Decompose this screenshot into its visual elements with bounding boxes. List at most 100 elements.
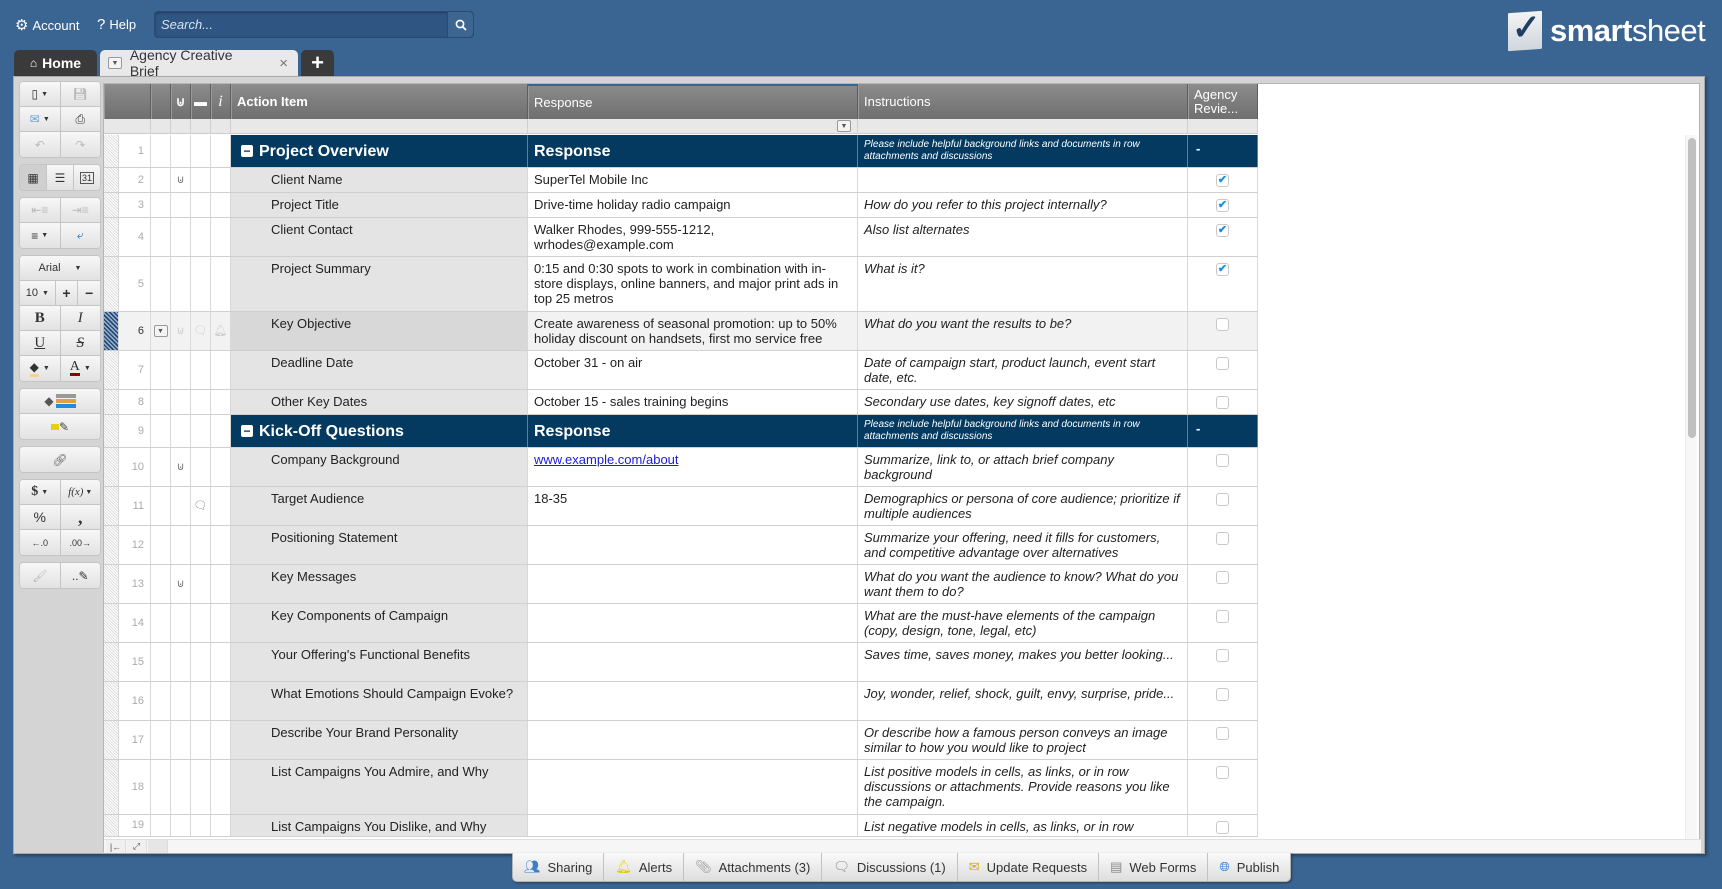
agency-review-cell[interactable]: ✔ [1188, 218, 1258, 256]
row-attachment-cell[interactable]: ⊍ [171, 168, 191, 192]
collapse-section-icon[interactable]: − [241, 425, 253, 437]
instructions-cell[interactable]: Also list alternates [858, 218, 1188, 256]
action-item-cell[interactable]: − Kick-Off Questions [231, 415, 528, 447]
table-row[interactable]: 17 Describe Your Brand Personality Or desc… [104, 721, 1258, 760]
percent-button[interactable]: % [20, 505, 61, 529]
row-info-cell[interactable] [211, 643, 231, 681]
email-button[interactable]: ✉ ▼ [20, 107, 61, 131]
table-row[interactable]: 5 Project Summary 0:15 and 0:30 spots to w… [104, 257, 1258, 312]
decrease-font-button[interactable]: − [78, 281, 100, 305]
row-discussion-cell[interactable] [191, 193, 211, 217]
close-tab-icon[interactable]: × [279, 55, 288, 72]
checkbox-unchecked[interactable] [1216, 357, 1229, 370]
table-row[interactable]: 14 Key Components of Campaign What are the… [104, 604, 1258, 643]
row-drag-handle[interactable] [104, 168, 119, 192]
table-row[interactable]: 3 Project Title Drive-time holiday radio c… [104, 193, 1258, 218]
row-actions-cell[interactable] [151, 565, 171, 603]
paperclip-icon[interactable]: ⊍ [176, 324, 184, 339]
table-row[interactable]: 15 Your Offering's Functional Benefits Sav… [104, 643, 1258, 682]
wrap-text-button[interactable]: ⤶ [60, 223, 100, 248]
new-sheet-button[interactable]: ▯ ▼ [20, 82, 61, 106]
row-number[interactable]: 16 [119, 682, 151, 720]
row-attachment-cell[interactable] [171, 643, 191, 681]
action-item-cell[interactable]: Key Objective [231, 312, 528, 350]
response-link[interactable]: www.example.com/about [534, 452, 679, 467]
action-item-cell[interactable]: Your Offering's Functional Benefits [231, 643, 528, 681]
instructions-cell[interactable]: Secondary use dates, key signoff dates, … [858, 390, 1188, 414]
comment-icon[interactable]: 🗨︎ [194, 324, 208, 339]
underline-button[interactable]: U [20, 331, 61, 355]
action-item-cell[interactable]: Target Audience [231, 487, 528, 525]
row-number[interactable]: 12 [119, 526, 151, 564]
row-actions-cell[interactable] [151, 760, 171, 814]
publish-button[interactable]: 🌐︎ Publish [1208, 853, 1290, 881]
row-info-cell[interactable] [211, 448, 231, 486]
row-info-cell[interactable] [211, 760, 231, 814]
header-response[interactable]: Response [528, 84, 858, 119]
action-item-cell[interactable]: Key Messages [231, 565, 528, 603]
row-number[interactable]: 1 [119, 135, 151, 167]
thousands-separator-button[interactable]: , [60, 505, 100, 529]
hyperlink-button[interactable]: 🔗︎ [20, 447, 100, 472]
response-cell[interactable]: Create awareness of seasonal promotion: … [528, 312, 858, 350]
instructions-cell[interactable]: What are the must-have elements of the c… [858, 604, 1188, 642]
row-attachment-cell[interactable] [171, 415, 191, 447]
bold-button[interactable]: B [20, 306, 61, 330]
row-menu-dropdown-icon[interactable]: ▼ [153, 325, 168, 337]
align-button[interactable]: ≡ ▼ [20, 223, 61, 248]
agency-review-cell[interactable]: - [1188, 135, 1258, 167]
instructions-cell[interactable]: List negative models in cells, as links,… [858, 815, 1188, 836]
checkbox-unchecked[interactable] [1216, 821, 1229, 834]
action-item-cell[interactable]: Other Key Dates [231, 390, 528, 414]
row-drag-handle[interactable] [104, 257, 119, 311]
action-item-cell[interactable]: List Campaigns You Admire, and Why [231, 760, 528, 814]
agency-review-cell[interactable] [1188, 526, 1258, 564]
row-attachment-cell[interactable] [171, 682, 191, 720]
row-info-cell[interactable] [211, 604, 231, 642]
row-number[interactable]: 14 [119, 604, 151, 642]
checkbox-unchecked[interactable] [1216, 766, 1229, 779]
fill-color-button[interactable]: ◆ ▼ [20, 356, 61, 381]
row-number[interactable]: 11 [119, 487, 151, 525]
row-actions-cell[interactable] [151, 135, 171, 167]
paperclip-icon[interactable]: ⊍ [176, 577, 184, 592]
tab-home[interactable]: ⌂ Home [14, 50, 97, 76]
row-number[interactable]: 9 [119, 415, 151, 447]
row-drag-handle[interactable] [104, 351, 119, 389]
table-row[interactable]: 18 List Campaigns You Admire, and Why List… [104, 760, 1258, 815]
header-discussions[interactable]: ▬ [191, 84, 211, 119]
alerts-button[interactable]: 🔔︎ Alerts [604, 853, 685, 881]
checkbox-checked[interactable]: ✔ [1216, 174, 1229, 187]
table-row[interactable]: 19 List Campaigns You Dislike, and Why Lis… [104, 815, 1258, 837]
format-painter-button[interactable]: ..✎ [60, 563, 100, 588]
indent-button[interactable]: ⇥≡ [60, 198, 100, 222]
row-actions-cell[interactable] [151, 682, 171, 720]
row-actions-cell[interactable] [151, 643, 171, 681]
action-item-cell[interactable]: − Project Overview [231, 135, 528, 167]
response-cell[interactable] [528, 526, 858, 564]
row-number[interactable]: 3 [119, 193, 151, 217]
checkbox-unchecked[interactable] [1216, 493, 1229, 506]
row-info-cell[interactable] [211, 135, 231, 167]
row-discussion-cell[interactable] [191, 643, 211, 681]
action-item-cell[interactable]: What Emotions Should Campaign Evoke? [231, 682, 528, 720]
italic-button[interactable]: I [60, 306, 100, 330]
instructions-cell[interactable]: Summarize your offering, need it fills f… [858, 526, 1188, 564]
search-button[interactable] [447, 12, 473, 37]
tab-menu-dropdown-icon[interactable]: ▼ [108, 57, 122, 69]
gantt-view-button[interactable]: ☰ [47, 165, 74, 190]
row-attachment-cell[interactable] [171, 721, 191, 759]
instructions-cell[interactable]: List positive models in cells, as links,… [858, 760, 1188, 814]
redo-button[interactable]: ↷ [60, 132, 100, 157]
attachments-button[interactable]: 📎︎ Attachments (3) [684, 853, 823, 881]
table-row[interactable]: 16 What Emotions Should Campaign Evoke? Jo… [104, 682, 1258, 721]
instructions-cell[interactable]: What do you want the audience to know? W… [858, 565, 1188, 603]
save-button[interactable]: 💾︎ [60, 82, 100, 106]
comment-icon[interactable]: 🗨︎ [194, 499, 208, 514]
checkbox-unchecked[interactable] [1216, 571, 1229, 584]
table-row[interactable]: 10 ⊍ Company Background www.example.com/abo… [104, 448, 1258, 487]
scrollbar-thumb[interactable] [1688, 138, 1696, 438]
row-number[interactable]: 5 [119, 257, 151, 311]
paperclip-icon[interactable]: ⊍ [176, 173, 184, 188]
row-actions-cell[interactable] [151, 815, 171, 836]
